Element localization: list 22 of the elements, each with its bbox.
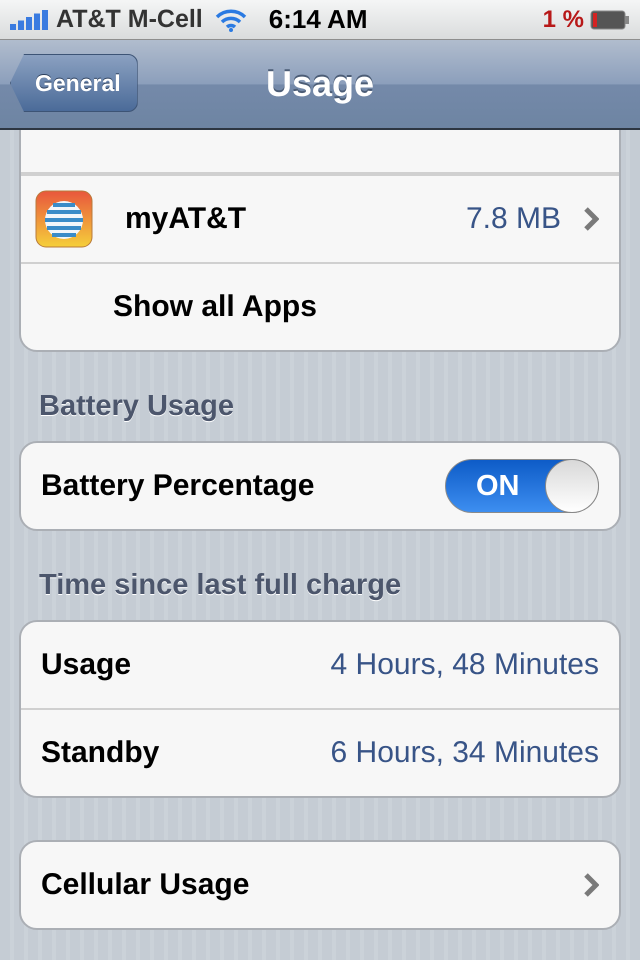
signal-icon bbox=[10, 10, 50, 30]
globe-icon bbox=[35, 190, 93, 248]
app-name: myAT&T bbox=[125, 202, 246, 236]
battery-icon bbox=[590, 10, 630, 30]
row-label: Standby bbox=[41, 736, 160, 770]
show-all-apps-row[interactable]: Show all Apps bbox=[21, 262, 619, 350]
app-size: 7.8 MB bbox=[466, 202, 561, 236]
clock-time: 6:14 AM bbox=[268, 4, 368, 35]
row-value: 6 Hours, 34 Minutes bbox=[330, 736, 599, 770]
toggle-switch[interactable]: ON bbox=[445, 459, 599, 513]
section-header: Time since last full charge bbox=[38, 568, 402, 603]
back-button[interactable]: General bbox=[10, 54, 138, 112]
row-value: 4 Hours, 48 Minutes bbox=[330, 648, 599, 682]
row-label: Cellular Usage bbox=[41, 868, 250, 902]
battery-percent: 1 % bbox=[542, 6, 584, 34]
row-label: Show all Apps bbox=[113, 290, 317, 324]
carrier-name: AT&T M-Cell bbox=[56, 5, 203, 34]
section-header: Battery Usage bbox=[38, 389, 236, 424]
row-label: Battery Percentage bbox=[41, 469, 314, 503]
wifi-icon bbox=[214, 8, 247, 32]
row-label: Usage bbox=[41, 648, 132, 682]
page-title: Usage bbox=[266, 63, 374, 105]
